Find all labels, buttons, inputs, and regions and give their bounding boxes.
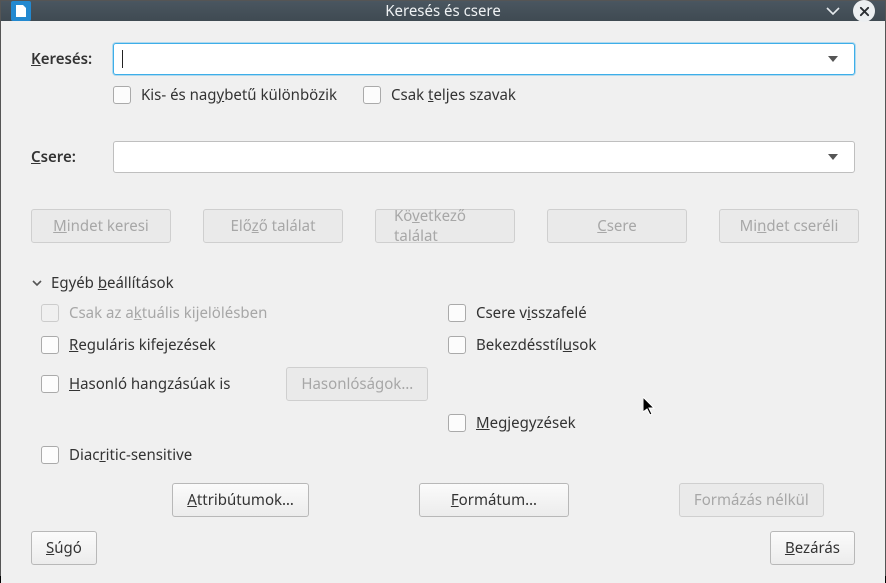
replace-input-field[interactable] — [122, 149, 828, 165]
other-options-label: Egyéb beállítások — [51, 273, 174, 293]
dropdown-icon[interactable] — [828, 154, 846, 160]
replace-all-button: Mindet cseréli — [719, 209, 859, 243]
regex-checkbox[interactable]: Reguláris kifejezések — [41, 335, 448, 355]
search-label: Keresés: — [31, 49, 113, 69]
close-dialog-button[interactable]: Bezárás — [770, 531, 855, 565]
text-caret — [122, 50, 123, 68]
current-selection-checkbox: Csak az aktuális kijelölésben — [41, 303, 448, 323]
paragraph-styles-checkbox[interactable]: Bekezdésstílusok — [448, 335, 855, 355]
close-button[interactable] — [853, 0, 875, 22]
search-input-field[interactable] — [125, 51, 828, 67]
titlebar: Keresés és csere — [1, 1, 885, 21]
find-all-button: Mindet keresi — [31, 209, 171, 243]
diacritic-checkbox[interactable]: Diacritic-sensitive — [41, 445, 448, 465]
replace-button: Csere — [547, 209, 687, 243]
other-options-toggle[interactable]: Egyéb beállítások — [31, 273, 855, 293]
find-replace-dialog: Keresés és csere Keresés: — [0, 0, 886, 576]
app-icon — [11, 1, 31, 21]
attributes-button[interactable]: Attribútumok… — [172, 483, 309, 517]
replace-backwards-checkbox[interactable]: Csere visszafelé — [448, 303, 855, 323]
similarities-button: Hasonlóságok… — [286, 367, 428, 401]
format-button[interactable]: Formátum… — [419, 483, 569, 517]
cursor-icon — [643, 397, 659, 417]
find-next-button: Következő találat — [375, 209, 515, 243]
replace-input[interactable] — [113, 141, 855, 173]
find-previous-button: Előző találat — [203, 209, 343, 243]
search-input[interactable] — [113, 43, 855, 75]
help-button[interactable]: Súgó — [31, 531, 97, 565]
chevron-down-icon[interactable] — [825, 3, 841, 19]
no-format-button: Formázás nélkül — [679, 483, 824, 517]
match-case-checkbox[interactable]: Kis- és nagybetű különbözik — [113, 85, 337, 105]
window-title: Keresés és csere — [385, 1, 501, 21]
whole-words-label: Csak teljes szavak — [391, 85, 516, 105]
disclosure-icon — [31, 277, 43, 289]
dropdown-icon[interactable] — [828, 56, 846, 62]
similarity-checkbox[interactable]: Hasonló hangzásúak is — [41, 374, 230, 394]
replace-label: Csere: — [31, 147, 113, 167]
whole-words-checkbox[interactable]: Csak teljes szavak — [363, 85, 516, 105]
match-case-label: Kis- és nagybetű különbözik — [141, 85, 337, 105]
